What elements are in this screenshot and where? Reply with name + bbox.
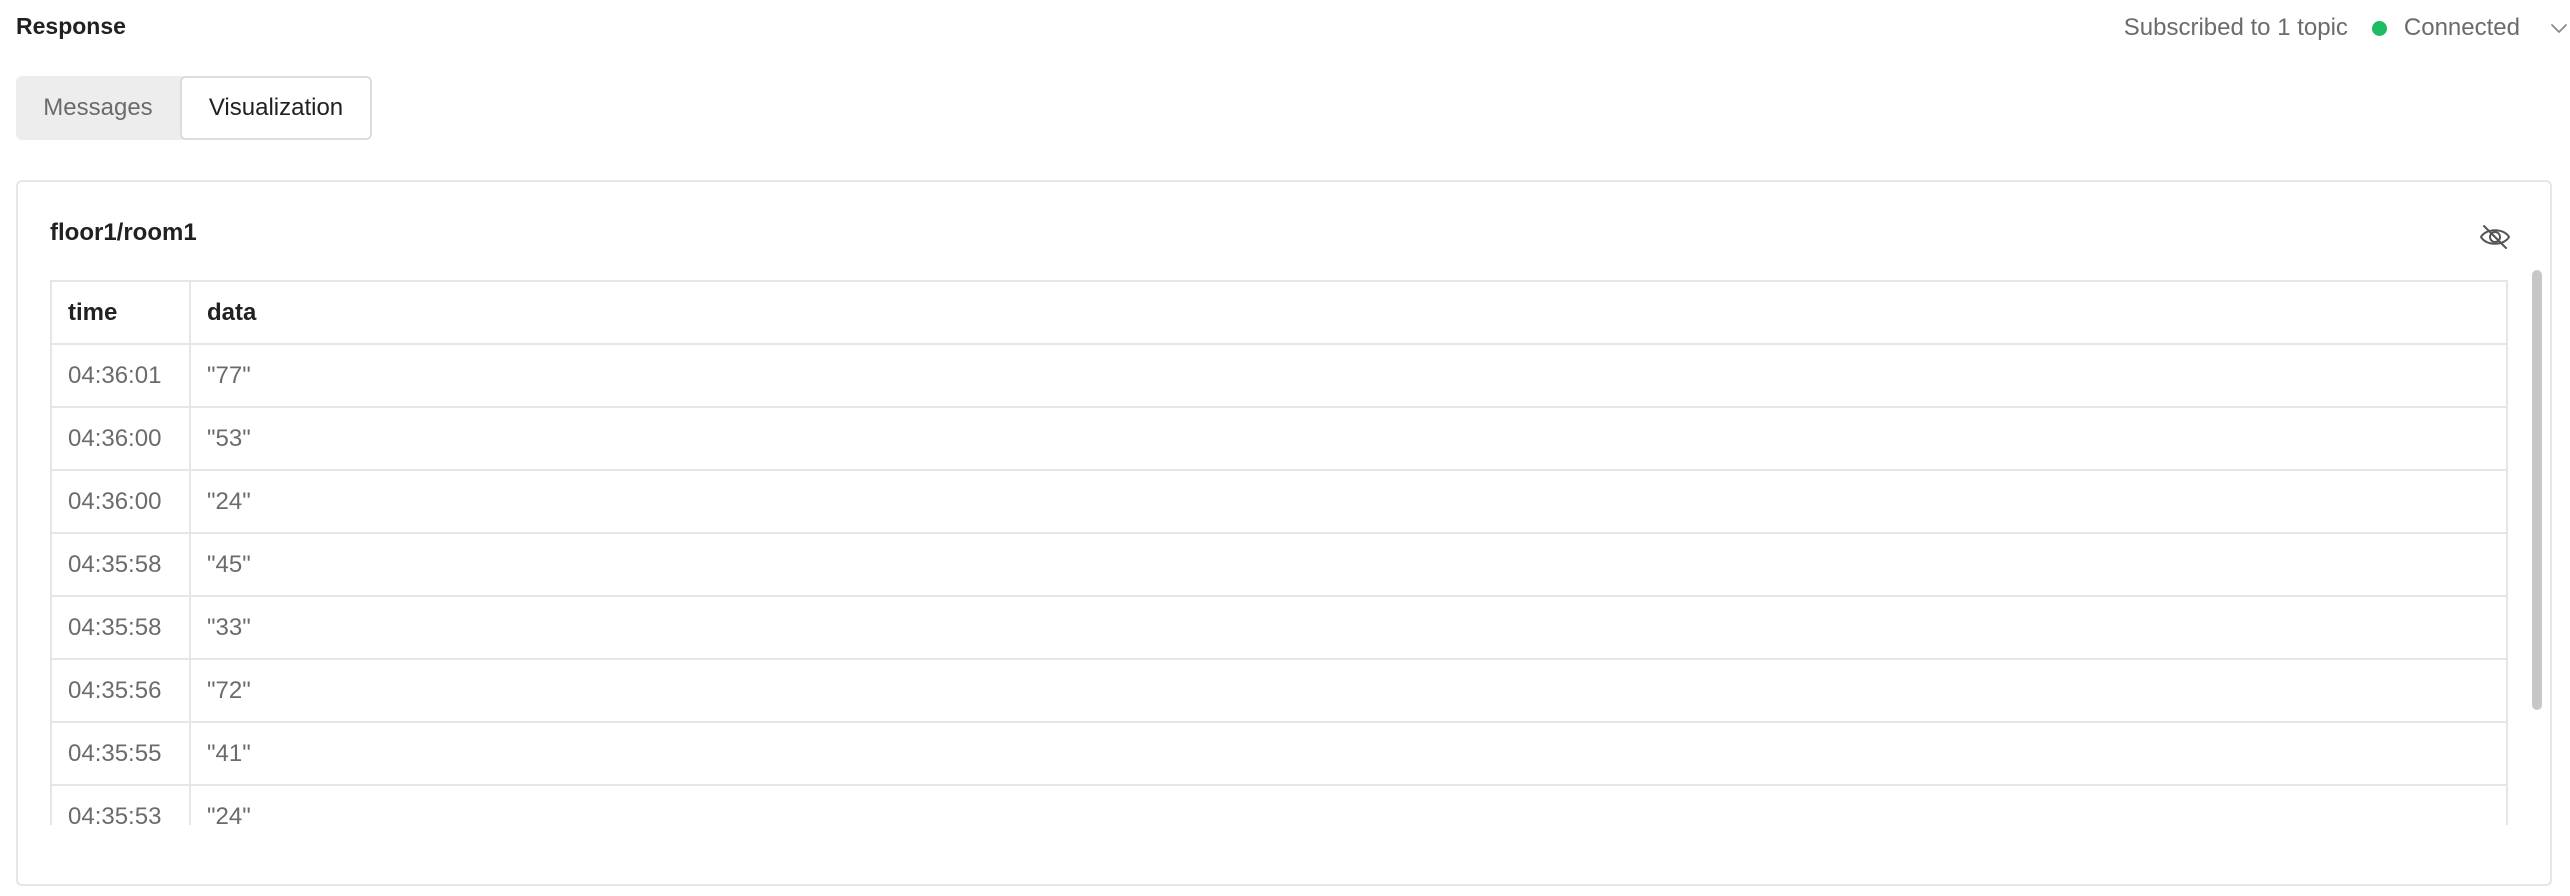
data-table-wrapper[interactable]: time data 04:36:01 "77" 04:36:00 "53" 04… [50,280,2508,825]
column-header-time: time [50,280,191,345]
response-header: Response Subscribed to 1 topic Connected [16,0,2570,56]
cell-time: 04:35:58 [50,532,191,597]
data-table: time data 04:36:01 "77" 04:36:00 "53" 04… [50,280,2508,825]
cell-data: "45" [189,532,2508,597]
status-dot-icon [2371,20,2387,36]
table-row: 04:36:01 "77" [50,343,2508,408]
connection-status: Subscribed to 1 topic Connected [2124,13,2570,43]
chevron-down-icon[interactable] [2548,17,2570,39]
table-row: 04:35:58 "33" [50,595,2508,660]
cell-data: "72" [189,658,2508,723]
table-row: 04:35:58 "45" [50,532,2508,597]
eye-off-icon[interactable] [2478,220,2512,254]
cell-data: "77" [189,343,2508,408]
cell-data: "53" [189,406,2508,471]
cell-time: 04:35:53 [50,784,191,825]
table-row: 04:36:00 "24" [50,469,2508,534]
status-label: Connected [2403,14,2520,41]
table-row: 04:36:00 "53" [50,406,2508,471]
subscription-count: Subscribed to 1 topic [2123,14,2348,41]
cell-data: "24" [189,784,2508,825]
response-title: Response [16,13,126,39]
cell-time: 04:35:56 [50,658,191,723]
cell-time: 04:36:01 [50,343,191,408]
topic-title: floor1/room1 [50,219,197,246]
response-tabs: Messages Visualization [16,76,372,140]
table-scrollbar[interactable] [2532,270,2542,710]
tab-visualization[interactable]: Visualization [180,76,372,140]
cell-data: "33" [189,595,2508,660]
table-row: 04:35:55 "41" [50,721,2508,786]
table-header-row: time data [50,280,2508,345]
cell-time: 04:35:55 [50,721,191,786]
cell-time: 04:35:58 [50,595,191,660]
column-header-data: data [189,280,2508,345]
visualization-panel: floor1/room1 time data 04:36:01 "77" 04:… [16,180,2552,886]
table-row: 04:35:53 "24" [50,784,2508,825]
cell-data: "41" [189,721,2508,786]
table-row: 04:35:56 "72" [50,658,2508,723]
cell-data: "24" [189,469,2508,534]
cell-time: 04:36:00 [50,406,191,471]
cell-time: 04:36:00 [50,469,191,534]
tab-messages[interactable]: Messages [16,76,180,140]
